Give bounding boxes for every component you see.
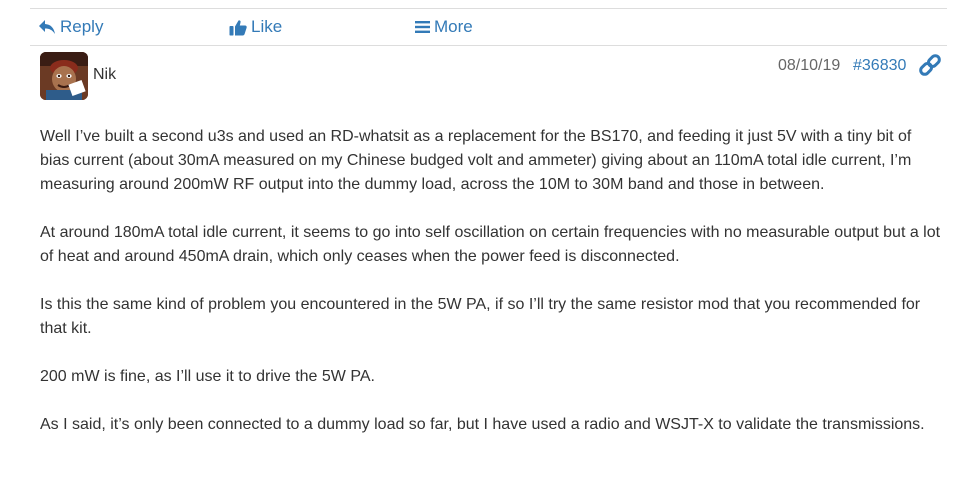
post-paragraph: Well I’ve built a second u3s and used an… (40, 128, 912, 193)
message-action-bar: Reply Like More (30, 8, 947, 46)
post-paragraph: At around 180mA total idle current, it s… (40, 224, 941, 265)
reply-arrow-icon (38, 19, 60, 35)
reply-label: Reply (60, 17, 104, 36)
post-date: 08/10/19 (778, 57, 841, 74)
like-button[interactable]: Like (229, 17, 282, 37)
link-icon[interactable] (917, 52, 943, 78)
reply-button[interactable]: Reply (38, 17, 103, 37)
more-label: More (434, 17, 473, 36)
author-name[interactable]: Nik (93, 66, 116, 84)
post-body: Well I’ve built a second u3s and used an… (40, 125, 945, 461)
message-view: Reply Like More Nik 08/10/19 #36830 Well… (0, 0, 956, 491)
hamburger-icon (415, 20, 434, 34)
post-paragraph: As I said, it’s only been connected to a… (40, 416, 925, 433)
post-paragraph: 200 mW is fine, as I’ll use it to drive … (40, 368, 375, 385)
post-paragraph: Is this the same kind of problem you enc… (40, 296, 921, 337)
thumbs-up-icon (229, 19, 251, 36)
author-avatar[interactable] (40, 52, 88, 100)
like-label: Like (251, 17, 283, 36)
more-button[interactable]: More (415, 17, 473, 37)
post-id-link[interactable]: #36830 (853, 57, 906, 75)
